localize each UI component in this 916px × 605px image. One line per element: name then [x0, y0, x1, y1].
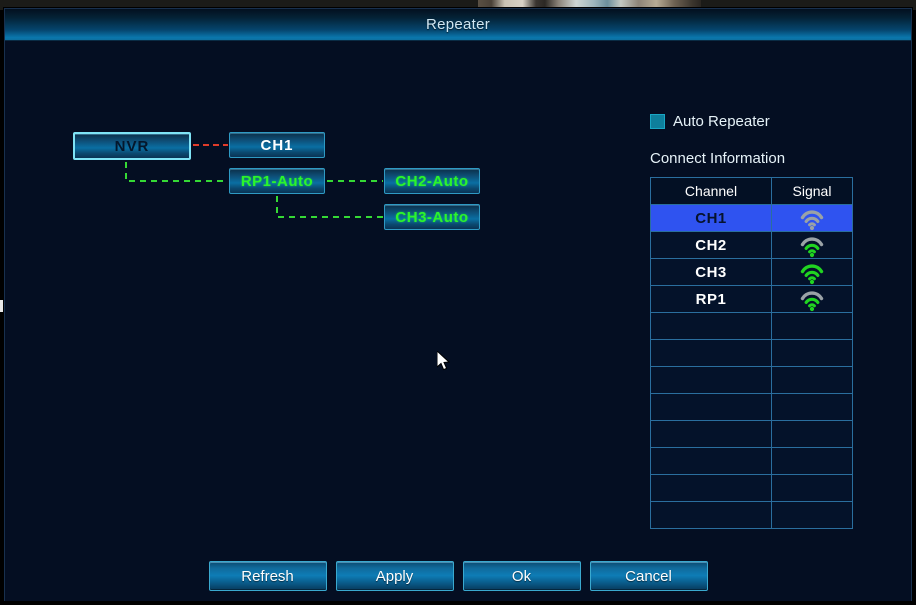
column-header-signal: Signal — [771, 177, 853, 205]
table-cell-signal — [771, 447, 853, 475]
table-cell-signal — [771, 474, 853, 502]
refresh-button[interactable]: Refresh — [208, 561, 327, 591]
connect-information-table: Channel Signal CH1 CH2 CH3 RP1 — [650, 177, 853, 529]
apply-button[interactable]: Apply — [335, 561, 454, 591]
topology-node-ch1[interactable]: CH1 — [229, 132, 325, 158]
table-cell-signal — [771, 393, 853, 421]
table-cell-channel — [650, 312, 772, 340]
table-cell-channel — [650, 366, 772, 394]
topology-node-nvr[interactable]: NVR — [73, 132, 191, 160]
table-cell-signal — [771, 312, 853, 340]
table-cell-signal — [771, 258, 853, 286]
table-cell-channel: CH3 — [650, 258, 772, 286]
wifi-icon — [800, 236, 824, 257]
column-header-channel: Channel — [650, 177, 772, 205]
table-row[interactable] — [650, 366, 853, 394]
cancel-button[interactable]: Cancel — [589, 561, 708, 591]
auto-repeater-label: Auto Repeater — [673, 113, 770, 130]
table-cell-signal — [771, 501, 853, 529]
table-row[interactable] — [650, 339, 853, 367]
topology-node-ch1-label: CH1 — [260, 136, 294, 154]
table-row[interactable]: CH1 — [650, 204, 853, 232]
table-row[interactable] — [650, 312, 853, 340]
table-cell-signal — [771, 204, 853, 232]
table-cell-channel — [650, 501, 772, 529]
table-row[interactable] — [650, 420, 853, 448]
topology-node-rp1-label: RP1-Auto — [240, 172, 314, 190]
wifi-icon — [800, 209, 824, 230]
table-row[interactable]: CH2 — [650, 231, 853, 259]
auto-repeater-checkbox[interactable] — [650, 114, 665, 129]
topology-links — [125, 144, 383, 218]
link-nvr-rp1 — [125, 162, 227, 182]
connect-information-label: Connect Information — [650, 150, 786, 167]
repeater-topology-diagram: NVR CH1 RP1-Auto CH2-Auto CH3-Auto — [5, 41, 645, 481]
table-row[interactable]: CH3 — [650, 258, 853, 286]
topology-node-rp1[interactable]: RP1-Auto — [229, 168, 325, 194]
table-cell-channel: CH2 — [650, 231, 772, 259]
connect-information-rows: CH1 CH2 CH3 RP1 — [650, 204, 853, 529]
table-cell-signal — [771, 366, 853, 394]
link-rp1-ch3 — [276, 196, 383, 218]
wifi-icon — [800, 290, 824, 311]
table-cell-signal — [771, 285, 853, 313]
table-cell-channel — [650, 447, 772, 475]
table-row[interactable] — [650, 474, 853, 502]
table-header-row: Channel Signal — [650, 177, 853, 205]
topology-node-ch3-label: CH3-Auto — [395, 208, 469, 226]
table-cell-channel — [650, 420, 772, 448]
table-cell-channel — [650, 393, 772, 421]
table-row[interactable] — [650, 393, 853, 421]
wifi-icon — [800, 263, 824, 284]
connection-panel: Auto Repeater Connect Information Channe… — [650, 113, 900, 529]
ok-button[interactable]: Ok — [462, 561, 581, 591]
table-row[interactable] — [650, 447, 853, 475]
auto-repeater-checkbox-row[interactable]: Auto Repeater — [650, 113, 900, 130]
topology-node-nvr-label: NVR — [114, 137, 150, 155]
dialog-title: Repeater — [425, 16, 491, 33]
table-cell-signal — [771, 339, 853, 367]
table-row[interactable] — [650, 501, 853, 529]
table-row[interactable]: RP1 — [650, 285, 853, 313]
dialog-footer: Refresh Apply Ok Cancel — [5, 561, 911, 591]
dialog-titlebar: Repeater — [5, 9, 911, 41]
table-cell-signal — [771, 231, 853, 259]
topology-node-ch2[interactable]: CH2-Auto — [384, 168, 480, 194]
topology-node-ch3[interactable]: CH3-Auto — [384, 204, 480, 230]
dialog-body: NVR CH1 RP1-Auto CH2-Auto CH3-Auto Auto … — [5, 41, 911, 601]
table-cell-channel — [650, 339, 772, 367]
repeater-dialog-window: Repeater NVR CH1 RP1-Auto CH2-Auto CH3-A… — [4, 8, 912, 601]
table-cell-channel: CH1 — [650, 204, 772, 232]
table-cell-signal — [771, 420, 853, 448]
topology-node-ch2-label: CH2-Auto — [395, 172, 469, 190]
table-cell-channel — [650, 474, 772, 502]
table-cell-channel: RP1 — [650, 285, 772, 313]
